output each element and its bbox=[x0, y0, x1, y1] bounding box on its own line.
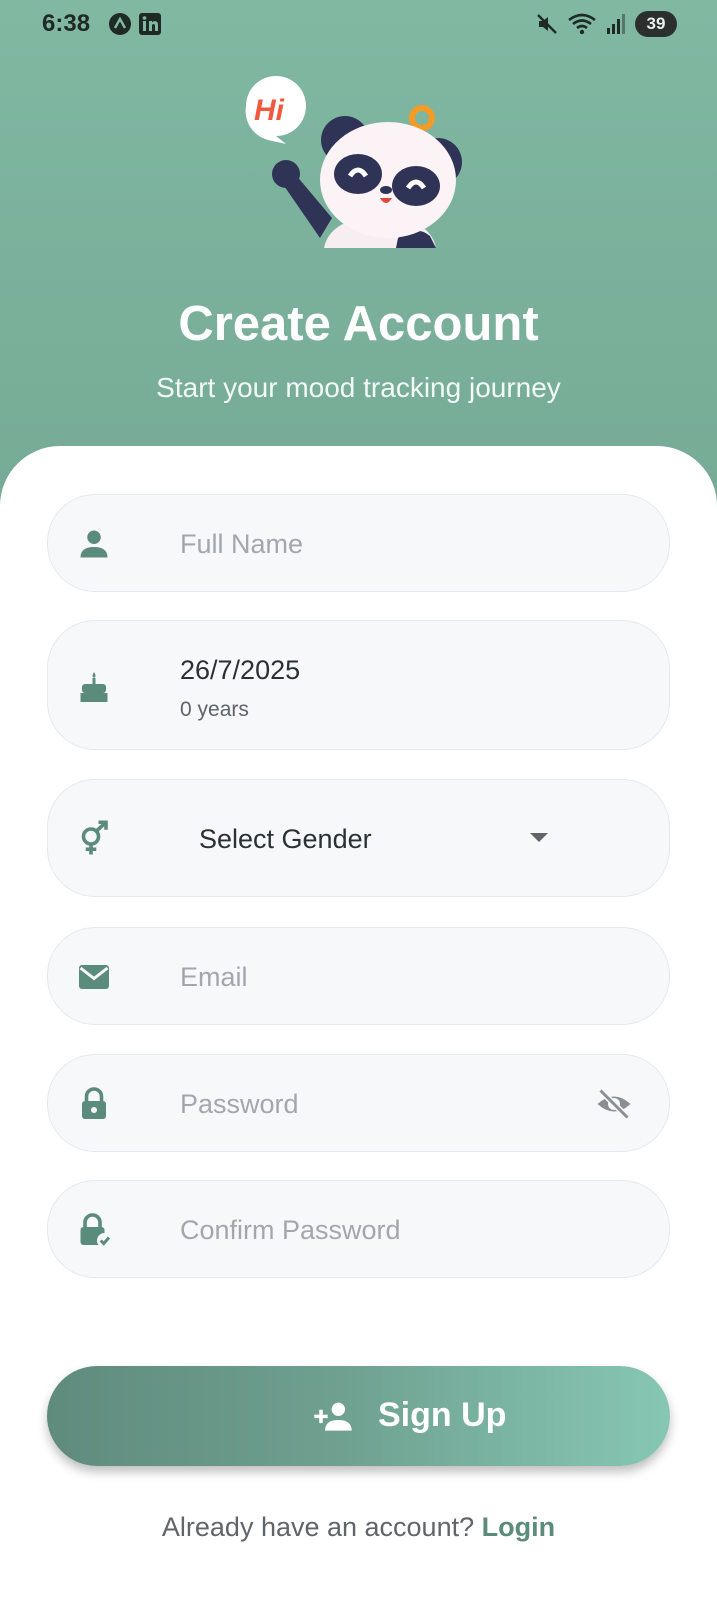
panda-mascot-image: Hi bbox=[245, 76, 462, 248]
login-prompt: Already have an account? Login bbox=[0, 1512, 717, 1543]
password-placeholder: Password bbox=[180, 1089, 299, 1119]
battery-icon: 39 bbox=[635, 11, 677, 37]
mascot-bubble-text: Hi bbox=[254, 94, 285, 127]
password-field[interactable]: Password bbox=[47, 1054, 670, 1152]
signal-icon bbox=[607, 14, 625, 34]
linkedin-icon bbox=[139, 13, 161, 35]
sign-up-button[interactable]: Sign Up bbox=[47, 1366, 670, 1466]
page-title: Create Account bbox=[178, 297, 539, 351]
mute-icon bbox=[537, 14, 557, 34]
sign-up-label: Sign Up bbox=[378, 1396, 507, 1434]
email-placeholder: Email bbox=[180, 962, 248, 992]
birthdate-value: 26/7/2025 bbox=[180, 655, 301, 685]
dropdown-arrow-icon[interactable] bbox=[528, 830, 550, 844]
login-prompt-text: Already have an account? bbox=[161, 1512, 475, 1542]
person-add-icon bbox=[314, 1402, 352, 1431]
full-name-field[interactable]: Full Name bbox=[47, 494, 670, 592]
status-time: 6:38 bbox=[42, 10, 91, 37]
wifi-icon bbox=[568, 13, 596, 35]
mail-icon bbox=[79, 965, 109, 989]
gender-selected-value: Select Gender bbox=[199, 824, 372, 854]
full-name-placeholder: Full Name bbox=[180, 529, 304, 559]
login-link[interactable]: Login bbox=[482, 1512, 555, 1542]
confirm-password-placeholder: Confirm Password bbox=[180, 1215, 401, 1245]
lock-check-icon bbox=[80, 1213, 112, 1248]
email-field[interactable]: Email bbox=[47, 927, 670, 1025]
birthdate-field[interactable]: 26/7/2025 0 years bbox=[47, 620, 670, 750]
header-banner: 6:38 39 Hi Create Account Start your moo… bbox=[0, 0, 717, 520]
age-label: 0 years bbox=[180, 698, 249, 721]
lock-icon bbox=[82, 1087, 106, 1119]
battery-level: 39 bbox=[646, 14, 666, 33]
visibility-off-icon[interactable] bbox=[595, 1086, 633, 1122]
status-bar: 6:38 39 bbox=[0, 0, 717, 48]
gender-icon bbox=[81, 820, 108, 855]
cake-icon bbox=[80, 672, 108, 702]
a-app-icon bbox=[109, 13, 131, 35]
gender-select[interactable]: Select Gender bbox=[47, 779, 670, 897]
page-subtitle: Start your mood tracking journey bbox=[156, 372, 561, 403]
person-icon bbox=[80, 530, 108, 558]
confirm-password-field[interactable]: Confirm Password bbox=[47, 1180, 670, 1278]
status-icons: 39 bbox=[535, 10, 677, 38]
